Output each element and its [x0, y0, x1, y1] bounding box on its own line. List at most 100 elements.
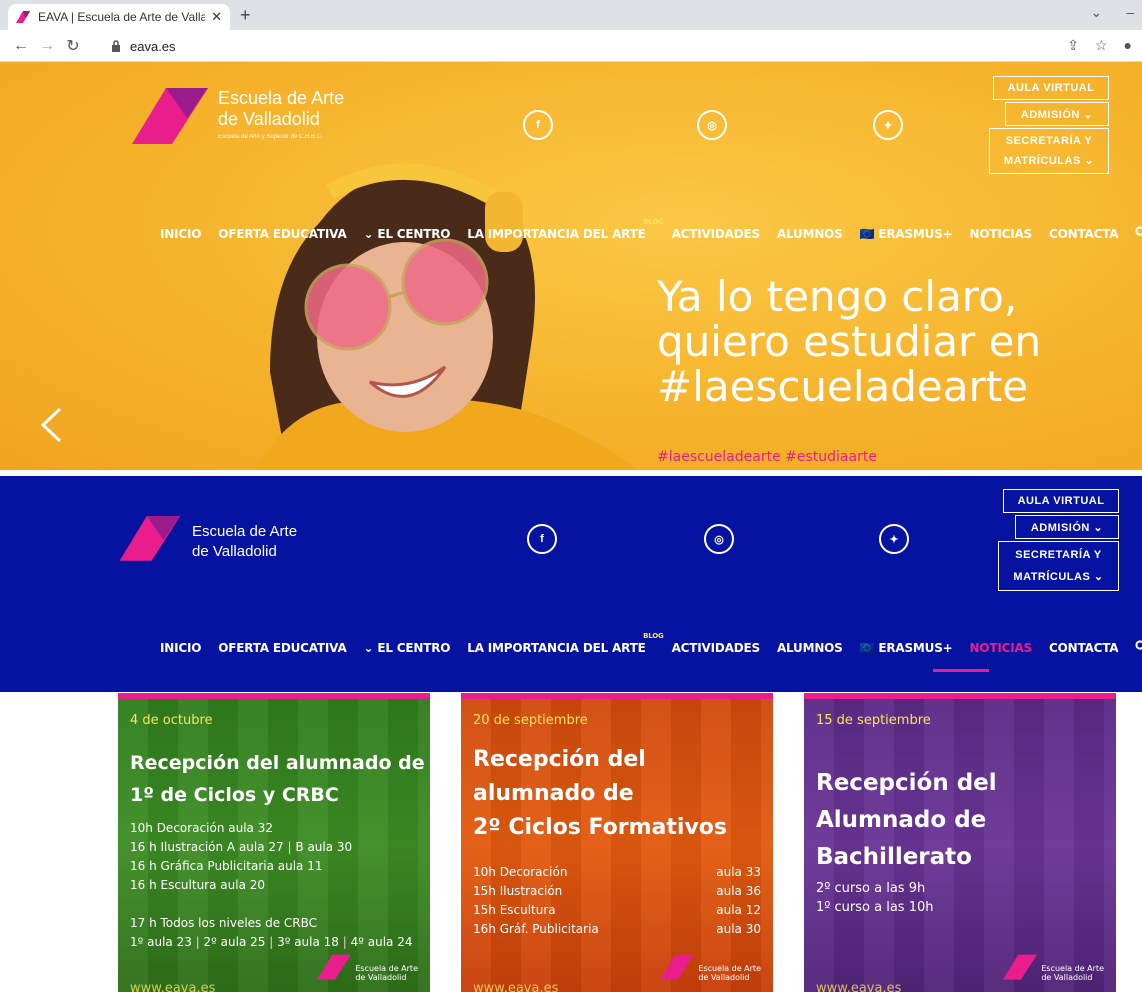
nav-sticky-inicio[interactable]: INICIO [160, 641, 201, 655]
card-line: 16 h Gráfica Publicitaria aula 11 [130, 859, 323, 873]
hero-hashtags: #laescueladearte #estudiaarte [657, 449, 877, 465]
logo-sticky-line2: de Valladolid [192, 543, 277, 560]
hero-photo [255, 163, 637, 470]
admision-sticky-button[interactable]: ADMISIÓN ⌄ [1015, 515, 1119, 539]
main-nav-sticky: INICIO OFERTA EDUCATIVA ⌄ EL CENTRO LA I… [160, 632, 1142, 655]
nav-contacta[interactable]: CONTACTA [1049, 227, 1119, 241]
card-url: www.eava.es [473, 981, 559, 992]
card-logo: Escuela de Arte de Valladolid [660, 954, 761, 982]
tab-search-icon[interactable]: ⌄ [1090, 4, 1102, 21]
aula-virtual-button[interactable]: AULA VIRTUAL [993, 76, 1109, 100]
card-details: 2º curso a las 9h 1º curso a las 10h [816, 879, 933, 917]
site-logo[interactable]: Escuela de Arte de Valladolid Escuela de… [132, 88, 344, 148]
nav-oferta-educativa[interactable]: OFERTA EDUCATIVA [218, 227, 346, 241]
nav-actividades[interactable]: ACTIVIDADES [672, 227, 761, 241]
close-tab-icon[interactable]: ✕ [211, 9, 222, 25]
hero-headline-line2: quiero estudiar en [657, 317, 1042, 366]
reload-icon[interactable]: ↻ [60, 36, 86, 56]
news-card-3[interactable]: 15 de septiembre Recepción del Alumnado … [804, 693, 1116, 992]
facebook-icon[interactable]: f [523, 110, 553, 140]
schedule-room: aula 30 [716, 922, 761, 936]
nav-sticky-alumnos[interactable]: ALUMNOS [777, 641, 843, 655]
share-icon[interactable]: ⇪ [1067, 37, 1079, 54]
card-spacer [130, 895, 412, 914]
back-icon[interactable]: ← [8, 37, 34, 55]
forward-icon[interactable]: → [34, 37, 60, 55]
card-line-part: 16 h Ilustración A aula 27 [130, 840, 284, 854]
search-sticky-icon[interactable] [1135, 640, 1142, 655]
card-title-line3: 2º Ciclos Formativos [473, 815, 727, 840]
nav-erasmus[interactable]: 🇪🇺 ERASMUS+ [860, 227, 953, 241]
logo-line2: de Valladolid [218, 109, 320, 129]
card-line-part: 3º aula 18 [277, 935, 339, 949]
card-line-part: 2º aula 25 [203, 935, 266, 949]
hero-slider: Escuela de Arte de Valladolid Escuela de… [0, 62, 1142, 470]
twitter-sticky-icon[interactable]: ✦ [879, 524, 909, 554]
nav-sticky-importancia-label: LA IMPORTANCIA DEL ARTE [467, 640, 646, 655]
admision-button[interactable]: ADMISIÓN ⌄ [1005, 102, 1109, 126]
news-card-1[interactable]: 4 de octubre Recepción del alumnado de 1… [118, 693, 430, 992]
instagram-icon[interactable]: ◎ [697, 110, 727, 140]
secretaria-button[interactable]: SECRETARÍA Y MATRÍCULAS ⌄ [989, 128, 1109, 174]
card-logo-line1: Escuela de Arte [1041, 964, 1104, 973]
search-icon[interactable] [1135, 226, 1142, 241]
nav-inicio[interactable]: INICIO [160, 227, 201, 241]
card-logo-line2: de Valladolid [355, 973, 407, 982]
card-title: Recepción del alumnado de 1º de Ciclos y… [130, 747, 425, 811]
card-logo-line1: Escuela de Arte [355, 964, 418, 973]
facebook-sticky-icon[interactable]: f [527, 524, 557, 554]
nav-sticky-noticias[interactable]: NOTICIAS [970, 641, 1033, 655]
nav-sticky-contacta[interactable]: CONTACTA [1049, 641, 1119, 655]
nav-sticky-actividades[interactable]: ACTIVIDADES [672, 641, 761, 655]
instagram-sticky-icon[interactable]: ◎ [704, 524, 734, 554]
nav-noticias[interactable]: NOTICIAS [970, 227, 1033, 241]
card-line: 16 h Escultura aula 20 [130, 878, 266, 892]
card-separator: | [287, 840, 292, 854]
twitter-icon[interactable]: ✦ [873, 110, 903, 140]
secretaria-sticky-button[interactable]: SECRETARÍA Y MATRÍCULAS ⌄ [998, 541, 1119, 591]
card-line-part: B aula 30 [295, 840, 353, 854]
secretaria-label-1: SECRETARÍA Y [1005, 135, 1093, 147]
card-line-part: 1º aula 23 [130, 935, 192, 949]
nav-sticky-erasmus[interactable]: 🇪🇺 ERASMUS+ [860, 641, 953, 655]
card-line: 1º curso a las 10h [816, 900, 934, 915]
nav-el-centro[interactable]: ⌄ EL CENTRO [364, 227, 451, 241]
new-tab-button[interactable]: + [240, 5, 251, 26]
schedule-name: 16h Gráf. Publicitaria [473, 922, 599, 936]
address-bar[interactable]: eava.es [110, 34, 1010, 58]
sticky-header: Escuela de Arte de Valladolid f ◎ ✦ AULA… [0, 476, 1142, 692]
card-logo-mark-icon [660, 954, 695, 980]
card-details: 10h Decoración aula 32 16 h Ilustración … [130, 819, 412, 952]
secretaria-label-2: MATRÍCULAS ⌄ [1003, 155, 1095, 167]
nav-sticky-el-centro[interactable]: ⌄ EL CENTRO [364, 641, 451, 655]
card-title-line1: Recepción del [816, 770, 997, 796]
aula-virtual-sticky-button[interactable]: AULA VIRTUAL [1003, 489, 1119, 513]
site-logo-sticky[interactable]: Escuela de Arte de Valladolid [118, 516, 297, 564]
schedule-room: aula 33 [716, 865, 761, 879]
slider-prev-arrow-icon[interactable] [40, 407, 62, 443]
news-card-2[interactable]: 20 de septiembre Recepción del alumnado … [461, 693, 773, 992]
schedule-name: 15h Escultura [473, 903, 556, 917]
hero-headline-line1: Ya lo tengo claro, [657, 272, 1018, 321]
nav-alumnos[interactable]: ALUMNOS [777, 227, 843, 241]
extensions-icon[interactable]: ● [1124, 37, 1132, 54]
schedule-row: 16h Gráf. Publicitaria aula 30 [473, 920, 761, 939]
secretaria-sticky-label-2: MATRÍCULAS ⌄ [1013, 571, 1104, 583]
bookmark-star-icon[interactable]: ☆ [1095, 37, 1108, 54]
schedule-row: 15h Escultura aula 12 [473, 901, 761, 920]
nav-importancia-arte[interactable]: LA IMPORTANCIA DEL ARTE BLOG [467, 218, 664, 241]
minimize-icon[interactable]: – [1126, 4, 1134, 21]
card-logo-line1: Escuela de Arte [698, 964, 761, 973]
nav-sticky-oferta-educativa[interactable]: OFERTA EDUCATIVA [218, 641, 346, 655]
card-line: 1º aula 23 | 2º aula 25 | 3º aula 18 | 4… [130, 933, 412, 952]
card-line-part: 4º aula 24 [350, 935, 413, 949]
hero-headline-line3: #laescueladearte [657, 362, 1029, 411]
nav-sticky-importancia-arte[interactable]: LA IMPORTANCIA DEL ARTE BLOG [467, 632, 664, 655]
card-logo-line2: de Valladolid [698, 973, 750, 982]
card-line: 10h Decoración aula 32 [130, 821, 273, 835]
browser-tab[interactable]: EAVA | Escuela de Arte de Vallad ✕ [8, 4, 230, 30]
schedule-room: aula 12 [716, 903, 761, 917]
card-line: 16 h Ilustración A aula 27 | B aula 30 [130, 838, 412, 857]
window-controls: ⌄ – [1090, 4, 1134, 21]
card-title-line1: Recepción del [473, 747, 646, 772]
